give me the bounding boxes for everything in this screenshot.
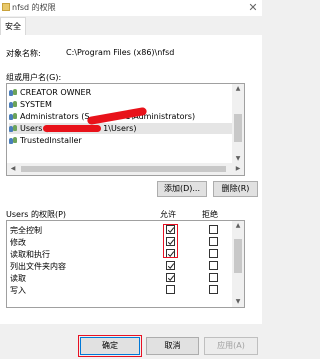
- permission-name: 读取和执行: [10, 250, 50, 259]
- remove-button[interactable]: 删除(R): [213, 181, 258, 197]
- users-icon: [9, 136, 18, 144]
- scroll-up-icon[interactable]: ▲: [232, 84, 244, 94]
- add-button[interactable]: 添加(D)...: [157, 181, 207, 197]
- list-item[interactable]: CREATOR OWNER: [9, 87, 91, 98]
- close-icon[interactable]: ✕: [245, 0, 261, 16]
- groups-label: 组或用户名(G):: [6, 73, 62, 82]
- highlight-box: [78, 335, 142, 357]
- permissions-table: 完全控制修改读取和执行列出文件夹内容 读取写入 ▲ ▼: [6, 220, 245, 308]
- tab-bar: [0, 16, 262, 36]
- permission-row: 读取: [7, 272, 231, 284]
- permission-row: 读取和执行: [7, 248, 231, 260]
- deny-checkbox[interactable]: [209, 261, 218, 270]
- allow-checkbox[interactable]: [166, 261, 175, 270]
- list-item[interactable]: SYSTEM: [9, 99, 52, 110]
- permissions-label: Users 的权限(P): [6, 210, 67, 219]
- vertical-scrollbar[interactable]: ▲ ▼: [232, 84, 244, 164]
- list-item[interactable]: TrustedInstaller: [9, 135, 82, 146]
- allow-checkbox[interactable]: [166, 285, 175, 294]
- users-icon: [9, 88, 18, 96]
- allow-column-header: 允许: [160, 210, 176, 219]
- deny-column-header: 拒绝: [202, 210, 218, 219]
- vertical-scrollbar[interactable]: ▲ ▼: [232, 221, 244, 307]
- permission-name: 写入: [10, 286, 26, 295]
- scroll-left-icon[interactable]: ◀: [7, 163, 19, 175]
- permission-name: 修改: [10, 238, 26, 247]
- tab-security[interactable]: 安全: [0, 17, 26, 35]
- groups-listbox[interactable]: CREATOR OWNER SYSTEM Administrators (S 1\…: [6, 83, 245, 176]
- permission-name: 读取: [10, 274, 26, 283]
- permission-row: 列出文件夹内容: [7, 260, 231, 272]
- scroll-thumb[interactable]: [234, 239, 242, 273]
- window-title: nfsd 的权限: [12, 3, 56, 12]
- permission-row: 修改: [7, 236, 231, 248]
- deny-checkbox[interactable]: [209, 249, 218, 258]
- redaction-mark: [43, 125, 101, 132]
- apply-button[interactable]: 应用(A): [204, 337, 258, 355]
- scroll-thumb[interactable]: [234, 114, 242, 142]
- folder-icon: [2, 3, 10, 11]
- deny-checkbox[interactable]: [209, 285, 218, 294]
- permission-name: 列出文件夹内容: [10, 262, 66, 271]
- users-icon: [9, 100, 18, 108]
- cancel-button[interactable]: 取消: [146, 337, 199, 355]
- object-name-label: 对象名称:: [6, 49, 41, 58]
- scroll-right-icon[interactable]: ▶: [232, 163, 244, 175]
- deny-checkbox[interactable]: [209, 273, 218, 282]
- permission-name: 完全控制: [10, 226, 42, 235]
- highlight-box: [163, 224, 178, 258]
- users-icon: [9, 124, 18, 132]
- allow-checkbox[interactable]: [166, 273, 175, 282]
- object-name-value: C:\Program Files (x86)\nfsd: [66, 48, 175, 57]
- users-icon: [9, 112, 18, 120]
- scroll-up-icon[interactable]: ▲: [232, 221, 244, 231]
- permission-row: 完全控制: [7, 224, 231, 236]
- deny-checkbox[interactable]: [209, 237, 218, 246]
- permission-row: 写入: [7, 284, 231, 296]
- scroll-down-icon[interactable]: ▼: [232, 297, 244, 307]
- deny-checkbox[interactable]: [209, 225, 218, 234]
- horizontal-scrollbar[interactable]: ◀ ▶: [7, 163, 244, 175]
- scroll-thumb[interactable]: [21, 166, 226, 172]
